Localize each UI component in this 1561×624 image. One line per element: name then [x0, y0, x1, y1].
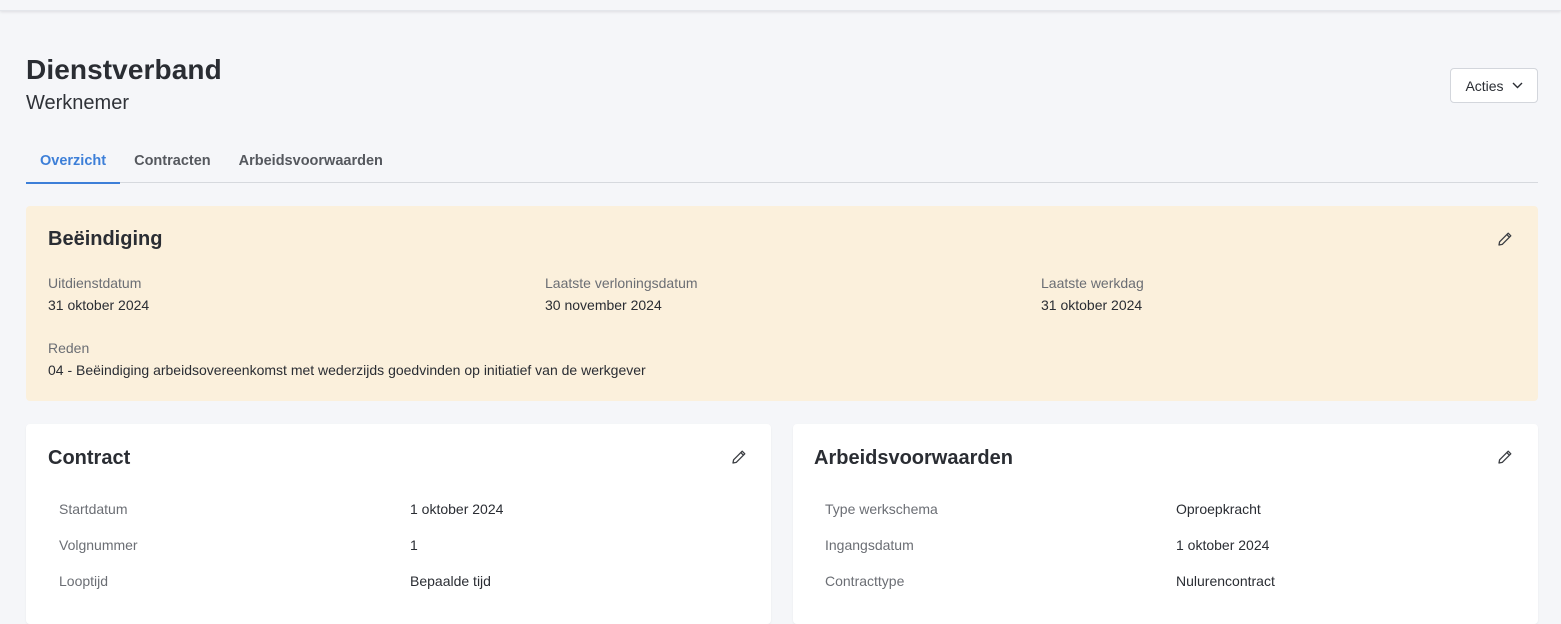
type-werkschema-value: Oproepkracht: [1176, 501, 1261, 517]
page-subtitle: Werknemer: [26, 92, 129, 114]
volgnummer-value: 1: [410, 537, 418, 553]
startdatum-label: Startdatum: [59, 501, 128, 517]
actions-label: Acties: [1465, 77, 1504, 94]
laatste-verloningsdatum-value: 30 november 2024: [545, 297, 662, 313]
uitdienstdatum-label: Uitdienstdatum: [48, 275, 142, 291]
laatste-werkdag-value: 31 oktober 2024: [1041, 297, 1143, 313]
pencil-icon[interactable]: [1497, 449, 1513, 465]
contract-card: Contract Startdatum 1 oktober 2024 Volgn…: [26, 424, 771, 624]
laatste-verloningsdatum-label: Laatste verloningsdatum: [545, 275, 698, 291]
contract-title: Contract: [48, 447, 131, 469]
contracttype-value: Nulurencontract: [1176, 573, 1275, 589]
tab-bar: Overzicht Contracten Arbeidsvoorwaarden: [26, 140, 1538, 184]
type-werkschema-label: Type werkschema: [825, 501, 938, 517]
page-title: Dienstverband: [26, 54, 222, 85]
reden-value: 04 - Beëindiging arbeidsovereenkomst met…: [48, 362, 646, 378]
startdatum-value: 1 oktober 2024: [410, 501, 504, 517]
pencil-icon[interactable]: [1497, 231, 1513, 247]
volgnummer-label: Volgnummer: [59, 537, 138, 553]
arbeidsvoorwaarden-card: Arbeidsvoorwaarden Type werkschema Oproe…: [793, 424, 1538, 624]
tab-arbeidsvoorwaarden[interactable]: Arbeidsvoorwaarden: [225, 140, 397, 183]
looptijd-label: Looptijd: [59, 573, 109, 589]
ingangsdatum-label: Ingangsdatum: [825, 537, 914, 553]
termination-title: Beëindiging: [48, 228, 163, 250]
tab-overzicht[interactable]: Overzicht: [26, 140, 121, 184]
reden-label: Reden: [48, 340, 90, 356]
top-bar: [0, 0, 1561, 11]
uitdienstdatum-value: 31 oktober 2024: [48, 297, 150, 313]
contracttype-label: Contracttype: [825, 573, 905, 589]
chevron-down-icon: [1512, 82, 1523, 89]
ingangsdatum-value: 1 oktober 2024: [1176, 537, 1270, 553]
laatste-werkdag-label: Laatste werkdag: [1041, 275, 1144, 291]
actions-dropdown-button[interactable]: Acties: [1450, 68, 1538, 103]
termination-panel: Beëindiging Uitdienstdatum 31 oktober 20…: [26, 206, 1538, 401]
tab-contracten[interactable]: Contracten: [120, 140, 225, 183]
looptijd-value: Bepaalde tijd: [410, 573, 491, 589]
arbeidsvoorwaarden-title: Arbeidsvoorwaarden: [814, 447, 1013, 469]
pencil-icon[interactable]: [731, 449, 747, 465]
